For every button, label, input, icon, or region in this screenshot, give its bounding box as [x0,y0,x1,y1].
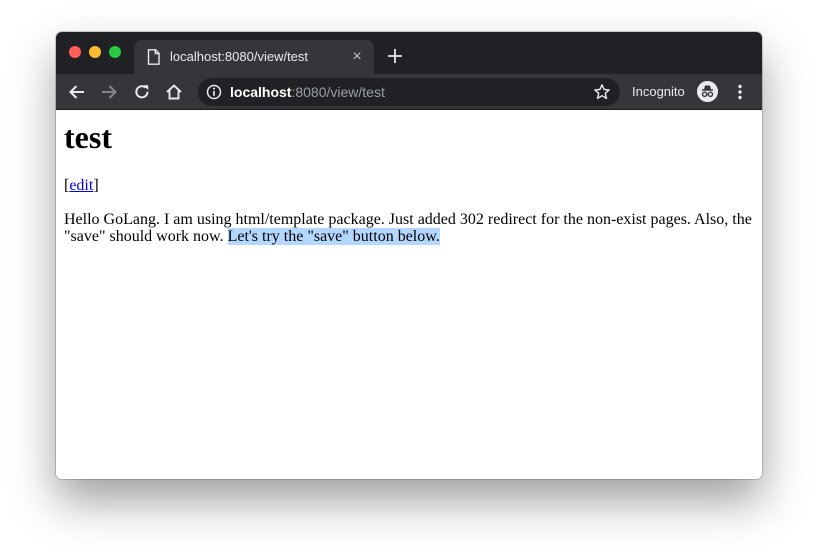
edit-line: [edit] [64,177,754,195]
page-body-text: Hello GoLang. I am using html/template p… [64,211,754,245]
tab-strip: localhost:8080/view/test × [56,32,762,74]
arrow-left-icon[interactable] [68,83,86,101]
window-maximize-button[interactable] [109,46,121,58]
incognito-icon[interactable] [697,81,718,102]
selected-text: Let's try the "save" button below. [227,228,440,245]
tab-active[interactable]: localhost:8080/view/test × [134,40,374,74]
star-icon[interactable] [593,83,611,101]
page-icon [147,49,160,65]
browser-window: localhost:8080/view/test × localhost:808… [56,32,762,479]
tab-close-icon[interactable]: × [348,48,366,66]
incognito-label: Incognito [632,84,685,99]
tab-title: localhost:8080/view/test [170,49,309,64]
window-minimize-button[interactable] [89,46,101,58]
browser-toolbar: localhost:8080/view/test Incognito [56,74,762,110]
info-icon[interactable] [206,84,222,100]
url-host: localhost [230,84,292,100]
kebab-menu-icon[interactable] [732,83,748,101]
url-text[interactable]: localhost:8080/view/test [230,84,385,100]
url-path: :8080/view/test [291,84,385,100]
edit-bracket-close: ] [93,177,99,194]
reload-icon[interactable] [133,83,151,101]
edit-link[interactable]: edit [69,177,93,194]
window-close-button[interactable] [69,46,81,58]
home-icon[interactable] [165,83,183,101]
page-content: test [edit] Hello GoLang. I am using htm… [56,111,762,479]
arrow-right-icon[interactable] [100,83,118,101]
address-bar[interactable]: localhost:8080/view/test [198,78,620,106]
plus-icon[interactable] [387,48,403,64]
page-title: test [64,119,112,155]
